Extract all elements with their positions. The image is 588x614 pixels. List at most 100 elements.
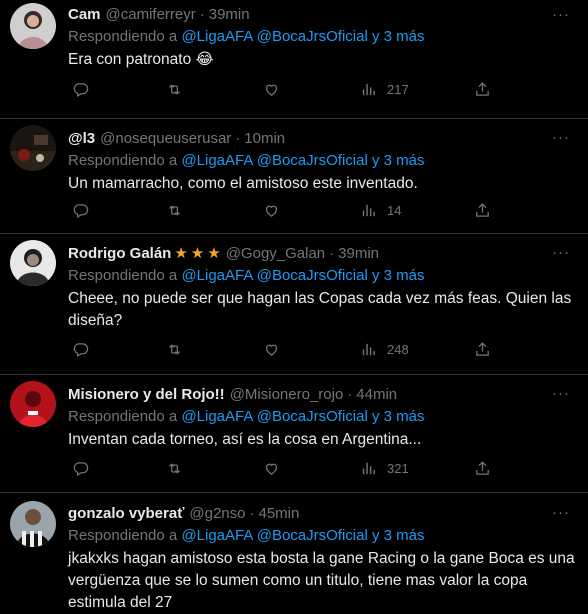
views-count: 248 <box>387 341 409 357</box>
retweet-icon[interactable] <box>166 341 183 358</box>
share-icon[interactable] <box>474 81 491 98</box>
tweet-text: Cheee, no puede ser que hagan las Copas … <box>68 290 572 329</box>
replying-prefix: Respondiendo a <box>68 527 178 544</box>
views-button[interactable]: 321 <box>360 460 409 477</box>
timestamp[interactable]: 44min <box>356 386 397 403</box>
user-handle[interactable]: @Gogy_Galan <box>226 245 325 262</box>
user-handle[interactable]: @g2nso <box>189 505 245 522</box>
avatar[interactable] <box>10 3 56 49</box>
views-icon <box>362 462 375 474</box>
star-icon: ★ <box>207 245 221 262</box>
tweet-text: Inventan cada torneo, así es la cosa en … <box>68 431 422 448</box>
views-button[interactable]: 217 <box>360 81 409 98</box>
tweet[interactable]: Misionero y del Rojo!! @Misionero_rojo ·… <box>0 375 588 493</box>
avatar[interactable] <box>10 240 56 286</box>
mention-link[interactable]: @LigaAFA <box>181 527 252 544</box>
display-name[interactable]: Rodrigo Galán <box>68 245 171 262</box>
views-icon <box>362 83 375 95</box>
timestamp[interactable]: 10min <box>244 130 285 147</box>
reply-feed: Cam @camiferreyr · 39min ··· Respondiend… <box>0 0 588 614</box>
star-icon: ★ <box>190 245 205 262</box>
replying-to: Respondiendo a @LigaAFA @BocaJrsOficial … <box>68 26 576 48</box>
replying-to: Respondiendo a @LigaAFA @BocaJrsOficial … <box>68 406 576 428</box>
more-icon[interactable]: ··· <box>552 129 570 146</box>
user-handle[interactable]: @nosequeuserusar <box>100 130 231 147</box>
star-icon: ★ <box>174 245 188 262</box>
views-button[interactable]: 248 <box>360 341 409 358</box>
more-mentions-link[interactable]: y 3 más <box>372 28 425 45</box>
mention-link[interactable]: @BocaJrsOficial <box>257 408 368 425</box>
like-icon[interactable] <box>263 341 280 358</box>
views-button[interactable]: 14 <box>360 202 401 219</box>
more-mentions-link[interactable]: y 3 más <box>372 527 425 544</box>
separator-dot: · <box>347 385 353 403</box>
mention-link[interactable]: @BocaJrsOficial <box>257 267 368 284</box>
display-name[interactable]: gonzalo vyberať <box>68 505 184 522</box>
replying-prefix: Respondiendo a <box>68 408 178 425</box>
user-handle[interactable]: @camiferreyr <box>106 6 196 23</box>
tweet[interactable]: @l3 @nosequeuserusar · 10min ··· Respond… <box>0 119 588 234</box>
like-icon[interactable] <box>263 81 280 98</box>
mention-link[interactable]: @BocaJrsOficial <box>257 527 368 544</box>
reply-icon[interactable] <box>72 81 89 98</box>
retweet-icon[interactable] <box>166 81 183 98</box>
more-icon[interactable]: ··· <box>552 6 570 23</box>
mention-link[interactable]: @LigaAFA <box>181 408 252 425</box>
replying-to: Respondiendo a @LigaAFA @BocaJrsOficial … <box>68 525 576 547</box>
tweet-header: gonzalo vyberať @g2nso · 45min <box>68 499 576 525</box>
tweet-text: Era con patronato 😂 <box>68 51 214 68</box>
more-mentions-link[interactable]: y 3 más <box>372 408 425 425</box>
action-bar: 217 <box>68 78 578 100</box>
avatar[interactable] <box>10 125 56 171</box>
share-icon[interactable] <box>474 202 491 219</box>
tweet-text: jkakxks hagan amistoso esta bosta la gan… <box>68 550 575 611</box>
action-bar: 248 <box>68 338 578 360</box>
separator-dot: · <box>329 244 335 262</box>
replying-to: Respondiendo a @LigaAFA @BocaJrsOficial … <box>68 150 576 172</box>
mention-link[interactable]: @LigaAFA <box>181 152 252 169</box>
timestamp[interactable]: 45min <box>259 505 300 522</box>
share-icon[interactable] <box>474 460 491 477</box>
display-name[interactable]: @l3 <box>68 130 95 147</box>
action-bar: 14 <box>68 199 578 221</box>
retweet-icon[interactable] <box>166 202 183 219</box>
reply-icon[interactable] <box>72 202 89 219</box>
reply-icon[interactable] <box>72 341 89 358</box>
mention-link[interactable]: @BocaJrsOficial <box>257 152 368 169</box>
views-count: 14 <box>387 202 402 218</box>
more-mentions-link[interactable]: y 3 más <box>372 152 425 169</box>
timestamp[interactable]: 39min <box>209 6 250 23</box>
mention-link[interactable]: @LigaAFA <box>181 28 252 45</box>
action-bar: 321 <box>68 457 578 479</box>
tweet-text: Un mamarracho, como el amistoso este inv… <box>68 175 418 192</box>
display-name[interactable]: Cam <box>68 6 101 23</box>
more-icon[interactable]: ··· <box>552 385 570 402</box>
more-mentions-link[interactable]: y 3 más <box>372 267 425 284</box>
tweet[interactable]: Rodrigo Galán ★ ★ ★ @Gogy_Galan · 39min … <box>0 234 588 375</box>
like-icon[interactable] <box>263 202 280 219</box>
separator-dot: · <box>249 504 255 522</box>
replying-prefix: Respondiendo a <box>68 28 178 45</box>
tweet[interactable]: Cam @camiferreyr · 39min ··· Respondiend… <box>0 0 588 119</box>
more-icon[interactable]: ··· <box>552 504 570 521</box>
reply-icon[interactable] <box>72 460 89 477</box>
views-count: 217 <box>387 81 409 97</box>
replying-prefix: Respondiendo a <box>68 267 178 284</box>
separator-dot: · <box>235 129 241 147</box>
replying-to: Respondiendo a @LigaAFA @BocaJrsOficial … <box>68 265 576 287</box>
mention-link[interactable]: @LigaAFA <box>181 267 252 284</box>
like-icon[interactable] <box>263 460 280 477</box>
mention-link[interactable]: @BocaJrsOficial <box>257 28 368 45</box>
avatar[interactable] <box>10 501 56 547</box>
user-handle[interactable]: @Misionero_rojo <box>230 386 344 403</box>
tweet-header: Cam @camiferreyr · 39min <box>68 0 576 26</box>
views-icon <box>362 204 375 216</box>
more-icon[interactable]: ··· <box>552 244 570 261</box>
share-icon[interactable] <box>474 341 491 358</box>
avatar[interactable] <box>10 381 56 427</box>
timestamp[interactable]: 39min <box>338 245 379 262</box>
retweet-icon[interactable] <box>166 460 183 477</box>
views-icon <box>362 343 375 355</box>
tweet[interactable]: gonzalo vyberať @g2nso · 45min ··· Respo… <box>0 493 588 614</box>
display-name[interactable]: Misionero y del Rojo!! <box>68 386 225 403</box>
